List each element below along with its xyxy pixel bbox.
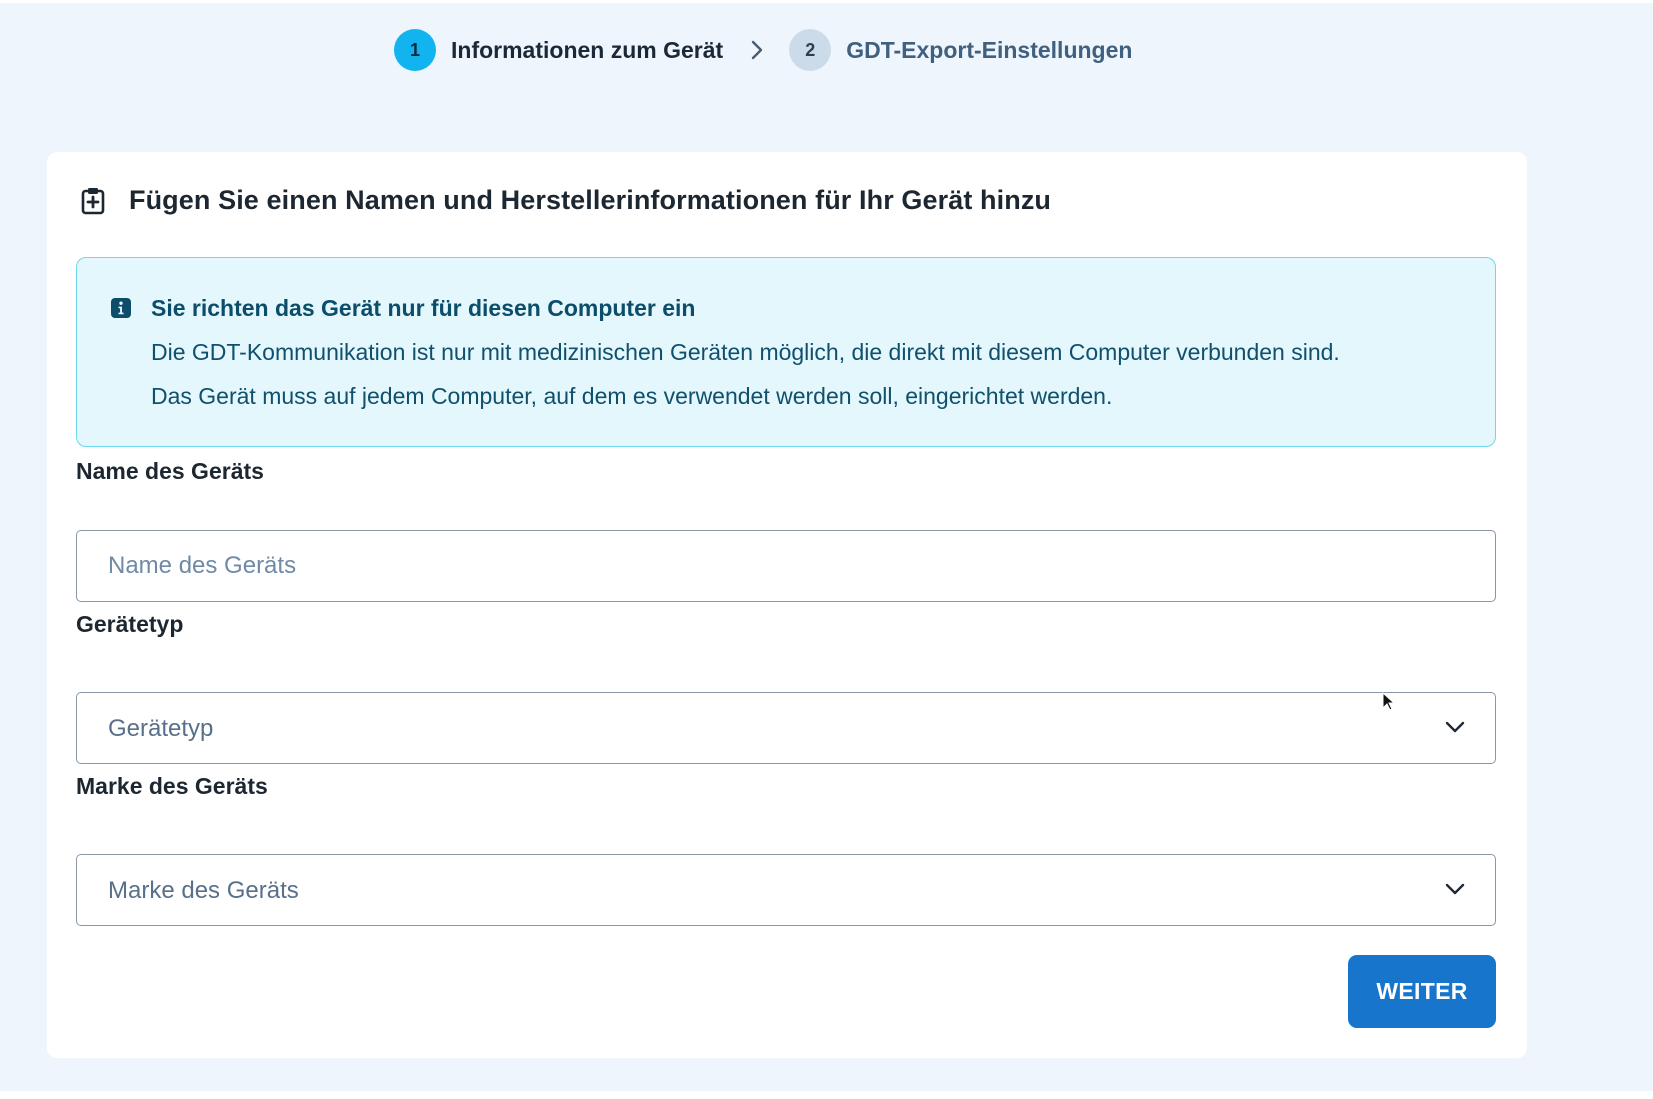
- device-brand-label: Marke des Geräts: [76, 773, 268, 799]
- info-icon: [111, 298, 131, 318]
- step-2-label: GDT-Export-Einstellungen: [846, 36, 1133, 63]
- alert-text-line-1: Die GDT-Kommunikation ist nur mit medizi…: [151, 339, 1340, 365]
- device-type-placeholder: Gerätetyp: [108, 715, 214, 742]
- card-header: Fügen Sie einen Namen und Herstellerinfo…: [81, 185, 1051, 216]
- device-type-label: Gerätetyp: [76, 611, 184, 637]
- device-form-card: Fügen Sie einen Namen und Herstellerinfo…: [47, 152, 1527, 1058]
- card-title: Fügen Sie einen Namen und Herstellerinfo…: [129, 185, 1052, 215]
- next-button[interactable]: WEITER: [1348, 955, 1496, 1028]
- chevron-down-icon: [1445, 882, 1465, 896]
- step-1-label: Informationen zum Gerät: [451, 36, 724, 63]
- step-2[interactable]: 2 GDT-Export-Einstellungen: [789, 29, 1132, 71]
- step-2-number: 2: [789, 29, 832, 71]
- chevron-right-icon: [751, 40, 763, 60]
- device-name-field[interactable]: [76, 530, 1496, 602]
- step-1-number: 1: [394, 29, 436, 71]
- mouse-cursor-icon: [1382, 691, 1396, 712]
- device-brand-placeholder: Marke des Geräts: [108, 877, 299, 904]
- device-type-select[interactable]: Gerätetyp: [76, 692, 1496, 764]
- alert-title: Sie richten das Gerät nur für diesen Com…: [151, 295, 696, 321]
- step-1[interactable]: 1 Informationen zum Gerät: [394, 29, 723, 71]
- chevron-down-icon: [1445, 720, 1465, 734]
- info-alert: Sie richten das Gerät nur für diesen Com…: [76, 257, 1496, 447]
- clipboard-plus-icon: [81, 187, 105, 215]
- device-name-input[interactable]: [77, 531, 1495, 601]
- window-top-edge: [0, 0, 1653, 3]
- device-name-label: Name des Geräts: [76, 458, 264, 484]
- stepper: 1 Informationen zum Gerät 2 GDT-Export-E…: [394, 29, 1132, 71]
- alert-text-line-2: Das Gerät muss auf jedem Computer, auf d…: [151, 383, 1113, 409]
- device-brand-select[interactable]: Marke des Geräts: [76, 854, 1496, 926]
- window-bottom-edge: [0, 1091, 1653, 1099]
